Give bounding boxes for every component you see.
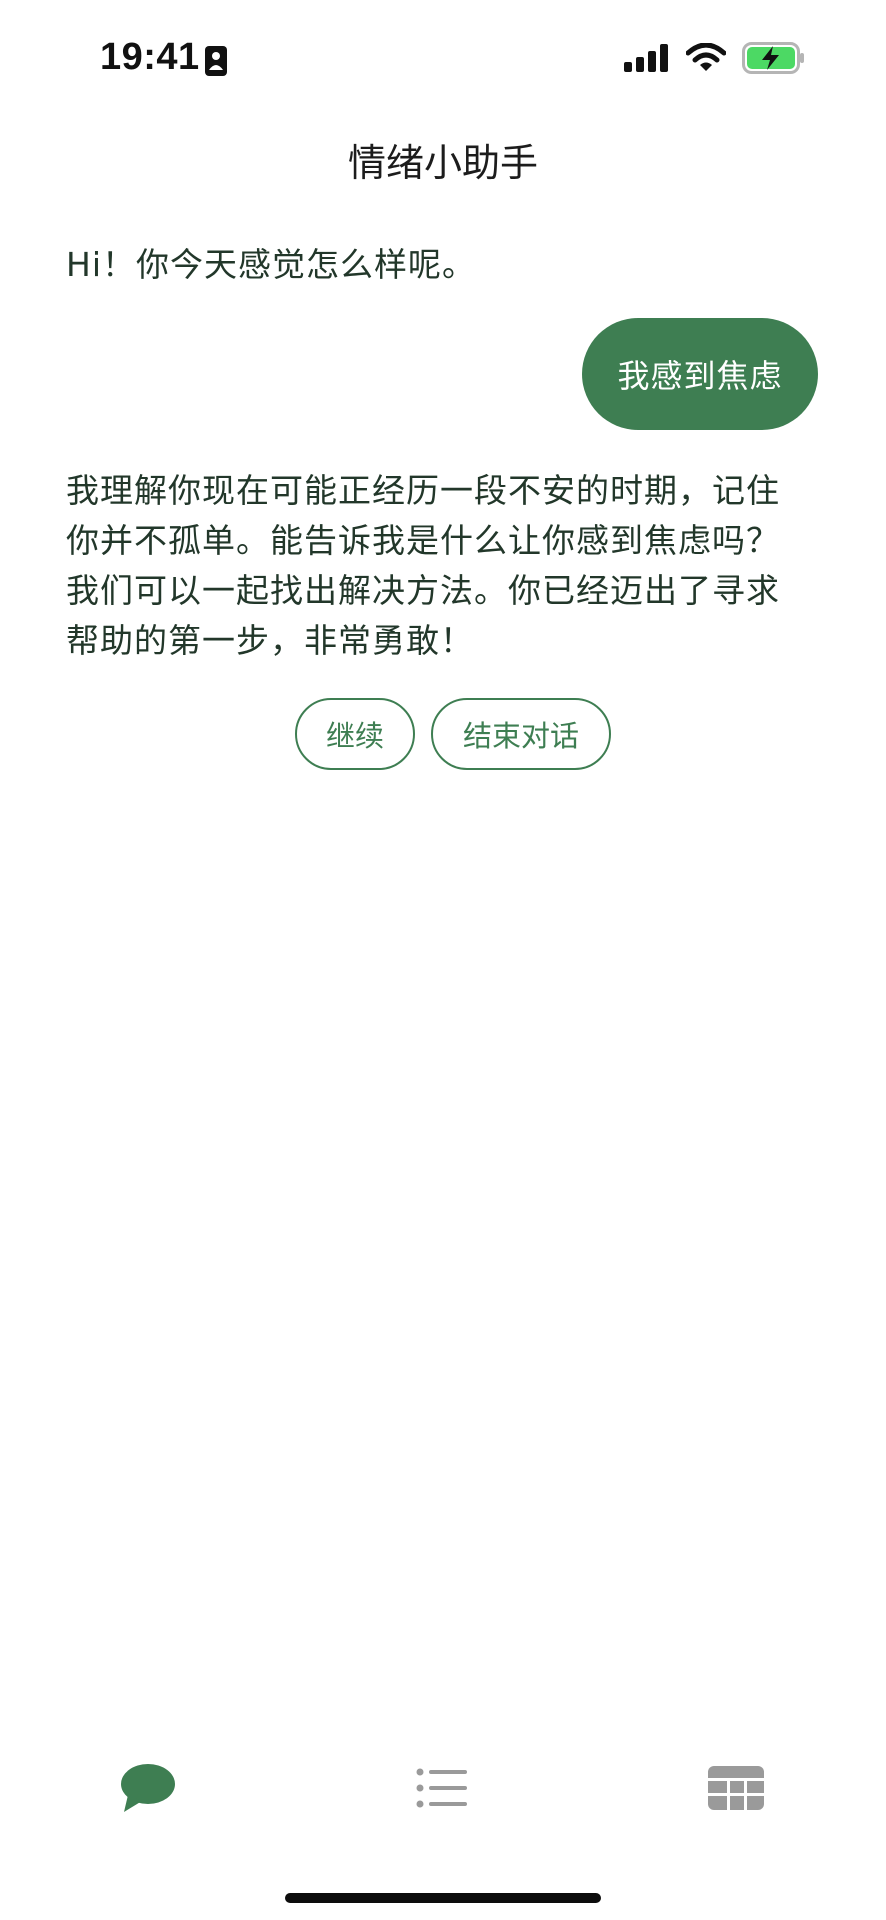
user-message-text: 我感到焦虑 — [617, 357, 783, 395]
tab-chat[interactable] — [88, 1740, 208, 1840]
list-icon — [416, 1768, 468, 1812]
tab-bar — [0, 1740, 886, 1840]
grid-table-icon — [708, 1766, 764, 1814]
quick-reply-group: 继续 结束对话 — [0, 698, 886, 770]
id-card-icon — [205, 46, 227, 76]
status-indicators — [624, 42, 806, 78]
tab-grid[interactable] — [676, 1740, 796, 1840]
cellular-signal-icon — [624, 44, 670, 76]
assistant-message: 我理解你现在可能正经历一段不安的时期，记住你并不孤单。能告诉我是什么让你感到焦虑… — [66, 471, 780, 660]
continue-button[interactable]: 继续 — [295, 698, 415, 770]
page-title: 情绪小助手 — [347, 141, 538, 185]
wifi-icon — [685, 42, 727, 77]
battery-charging-icon — [742, 42, 806, 78]
tab-list[interactable] — [382, 1740, 502, 1840]
home-indicator[interactable] — [285, 1893, 601, 1903]
assistant-message: Hi！你今天感觉怎么样呢。 — [66, 245, 476, 284]
user-message-bubble: 我感到焦虑 — [582, 318, 818, 430]
chat-bubble-icon — [120, 1763, 176, 1817]
status-time: 19:41 — [100, 36, 200, 78]
status-bar: 19:41 — [0, 0, 886, 120]
end-conversation-button[interactable]: 结束对话 — [431, 698, 611, 770]
